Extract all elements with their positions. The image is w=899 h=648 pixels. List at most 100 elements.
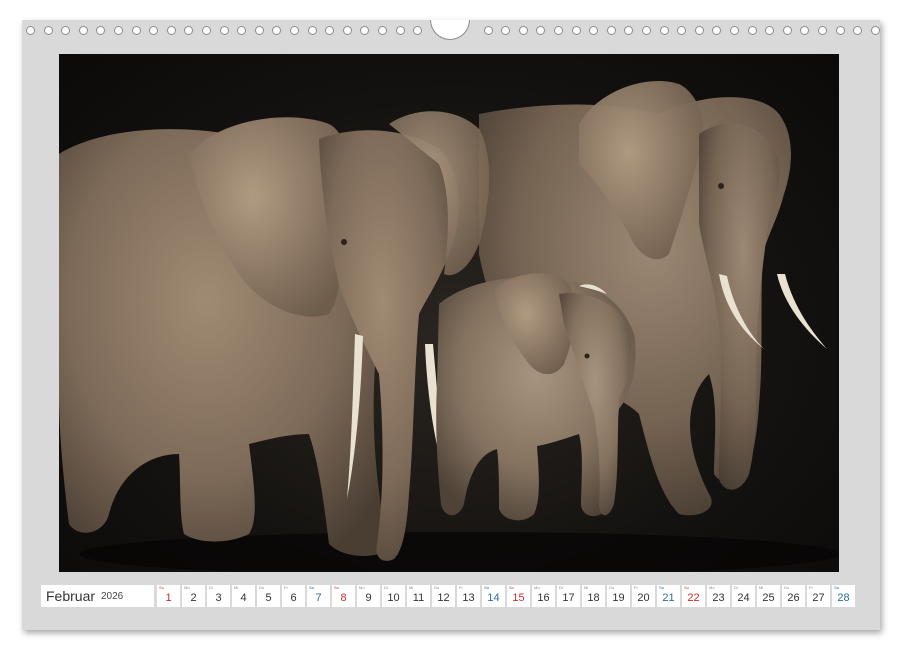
weekday-label: Fr — [459, 585, 463, 590]
day-cell: Mo 16 — [532, 585, 555, 607]
binding-hole — [518, 26, 528, 35]
weekday-label: Do — [784, 585, 790, 590]
binding-hole — [325, 26, 335, 35]
binding-hole — [765, 26, 775, 35]
binding-hole — [413, 26, 423, 35]
binding-hole — [624, 26, 634, 35]
day-cell: Di 10 — [382, 585, 405, 607]
weekday-label: So — [684, 585, 689, 590]
day-number: 26 — [787, 592, 800, 604]
binding-hole — [659, 26, 669, 35]
binding-hole — [202, 26, 211, 35]
day-number: 18 — [587, 592, 600, 604]
day-number: 11 — [412, 592, 425, 604]
binding-hole — [290, 26, 299, 35]
weekday-label: Fr — [634, 585, 638, 590]
binding-hole — [360, 26, 370, 35]
elephants-illustration — [59, 80, 839, 572]
binding-hole — [501, 26, 511, 35]
binding-hole — [237, 26, 247, 35]
binding-hole — [78, 26, 88, 35]
day-number: 27 — [812, 592, 825, 604]
binding-hole — [818, 26, 827, 35]
day-cell: Mi 11 — [407, 585, 430, 607]
day-number: 16 — [537, 592, 550, 604]
day-cell: Di 24 — [732, 585, 755, 607]
day-number: 13 — [462, 592, 475, 604]
weekday-label: Do — [609, 585, 615, 590]
day-number: 8 — [340, 592, 347, 604]
binding-hole — [149, 26, 159, 35]
day-cell: Do 5 — [257, 585, 280, 607]
spiral-binding — [22, 20, 880, 42]
day-number: 15 — [512, 592, 525, 604]
day-cell: Fr 20 — [632, 585, 655, 607]
binding-hole — [166, 26, 176, 35]
day-number: 5 — [265, 592, 272, 604]
weekday-label: Mi — [584, 585, 589, 590]
binding-hole — [219, 26, 229, 35]
day-cell: Fr 13 — [457, 585, 480, 607]
binding-hole — [483, 26, 493, 35]
binding-hole — [835, 26, 845, 35]
weekday-label: Mi — [409, 585, 414, 590]
binding-hole — [853, 26, 863, 35]
weekday-label: Di — [384, 585, 388, 590]
day-number: 24 — [737, 592, 750, 604]
day-cell: Di 3 — [207, 585, 230, 607]
day-cell: Fr 27 — [807, 585, 830, 607]
day-number: 20 — [637, 592, 650, 604]
weekday-label: So — [509, 585, 514, 590]
binding-hole — [571, 26, 581, 35]
day-number: 6 — [290, 592, 297, 604]
day-number: 3 — [215, 592, 222, 604]
day-cell: Fr 6 — [282, 585, 305, 607]
day-number: 2 — [190, 592, 197, 604]
day-cell: Sa 7 — [307, 585, 330, 607]
binding-hole — [694, 26, 704, 35]
day-cell: So 1 — [157, 585, 180, 607]
day-cell: So 22 — [682, 585, 705, 607]
weekday-label: Mi — [234, 585, 239, 590]
binding-hole — [782, 26, 792, 35]
weekday-label: So — [159, 585, 164, 590]
binding-hole — [800, 26, 810, 35]
day-number: 9 — [365, 592, 372, 604]
weekday-label: So — [334, 585, 339, 590]
binding-hole — [378, 26, 387, 35]
day-cell: Mo 2 — [182, 585, 205, 607]
day-cell: Do 12 — [432, 585, 455, 607]
binding-hole — [395, 26, 405, 35]
weekday-label: Di — [734, 585, 738, 590]
binding-hole — [307, 26, 317, 35]
day-cell: Mi 4 — [232, 585, 255, 607]
binding-hole — [184, 26, 194, 35]
day-number: 10 — [387, 592, 400, 604]
binding-hole — [114, 26, 123, 35]
day-cell: Do 19 — [607, 585, 630, 607]
day-number: 19 — [612, 592, 625, 604]
binding-hole — [536, 26, 546, 35]
month-year: 2026 — [101, 591, 124, 602]
day-number: 4 — [240, 592, 247, 604]
weekday-label: Sa — [834, 585, 839, 590]
binding-hole — [870, 26, 880, 35]
day-cell: Sa 14 — [482, 585, 505, 607]
binding-hole — [677, 26, 687, 35]
day-number: 7 — [315, 592, 322, 604]
weekday-label: Mo — [534, 585, 540, 590]
day-cell: Di 17 — [557, 585, 580, 607]
binding-hole — [342, 26, 352, 35]
month-name: Februar — [46, 588, 96, 604]
binding-hole — [589, 26, 599, 35]
weekday-label: Mo — [359, 585, 365, 590]
elephant-family-photo — [59, 54, 839, 572]
day-cell: Sa 28 — [832, 585, 855, 607]
weekday-label: Do — [434, 585, 440, 590]
day-number: 22 — [687, 592, 700, 604]
binding-hole — [606, 26, 616, 35]
day-number: 14 — [487, 592, 500, 604]
weekday-label: Fr — [809, 585, 813, 590]
wall-calendar-page: Februar 2026 So 1 Mo 2 Di 3 Mi 4 Do 5 Fr 6 Sa 7 So 8 Mo 9… — [22, 20, 880, 630]
calendar-hanger-notch — [430, 20, 470, 40]
